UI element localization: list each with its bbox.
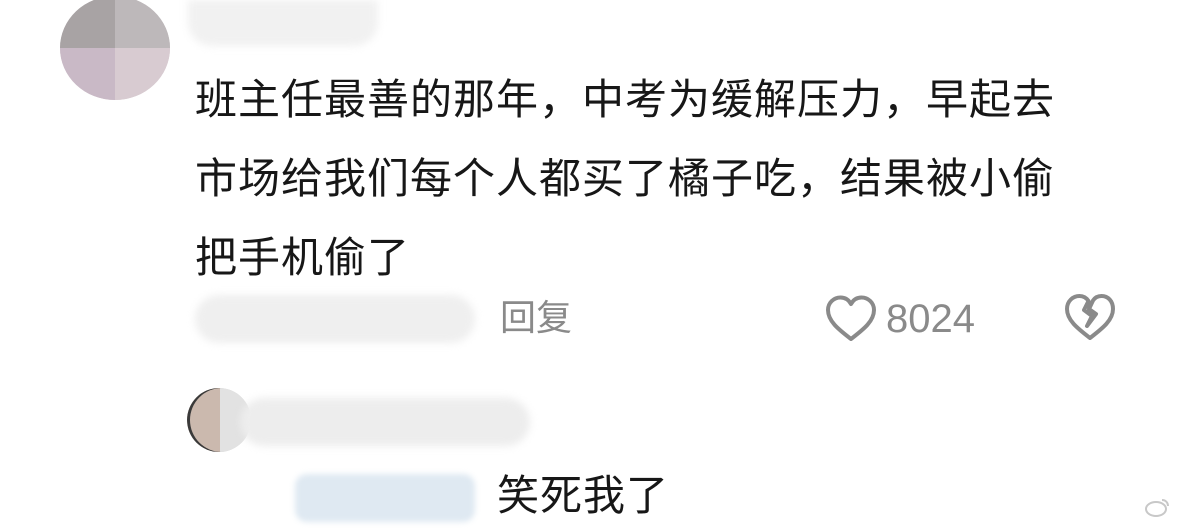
broken-heart-icon (1065, 294, 1115, 340)
reply-button[interactable]: 回复 (500, 293, 572, 345)
dislike-button[interactable] (1062, 290, 1118, 346)
commenter-username-redacted (188, 0, 378, 46)
like-count: 8024 (886, 296, 975, 341)
heart-outline-icon (824, 294, 878, 344)
comment-meta-redacted (195, 295, 475, 343)
platform-logo-icon (1145, 499, 1169, 517)
watermark (984, 486, 1179, 528)
reply-username-redacted (240, 398, 530, 446)
like-button[interactable]: 8024 (824, 290, 975, 348)
reply-text: 笑死我了 (497, 471, 670, 520)
comment-text: 班主任最善的那年，中考为缓解压力，早起去市场给我们每个人都买了橘子吃，结果被小偷… (195, 75, 1056, 282)
commenter-avatar[interactable] (60, 0, 170, 100)
mention-redacted (295, 474, 475, 522)
